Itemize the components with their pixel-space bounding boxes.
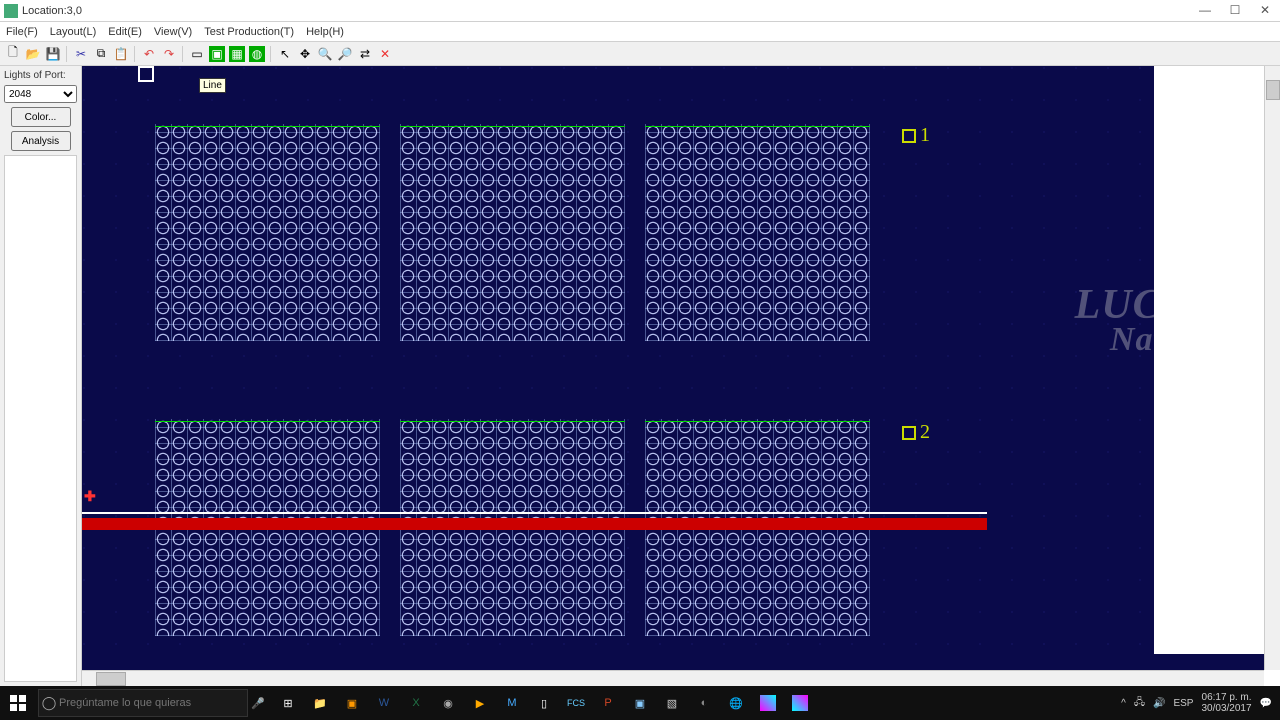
save-icon[interactable]: 💾 <box>45 46 61 62</box>
led-panel-group-1 <box>155 124 870 341</box>
app-icon[interactable]: ▣ <box>624 686 656 720</box>
chrome-icon[interactable]: 🌐 <box>720 686 752 720</box>
maximize-button[interactable]: ☐ <box>1220 0 1250 22</box>
link-icon[interactable]: ⇄ <box>357 46 373 62</box>
led-panel[interactable] <box>645 124 870 341</box>
powerpoint-icon[interactable]: P <box>592 686 624 720</box>
mic-icon[interactable]: 🎤 <box>248 697 268 710</box>
horizontal-scrollbar[interactable] <box>82 670 1264 686</box>
app-icon[interactable]: ▶ <box>464 686 496 720</box>
app-icon[interactable]: ▣ <box>336 686 368 720</box>
led-panel[interactable] <box>400 124 625 341</box>
tooltip-line: Line <box>199 78 226 93</box>
menu-layout[interactable]: Layout(L) <box>44 24 102 40</box>
marker-square-icon <box>902 426 916 440</box>
sidebar: Lights of Port: 2048 Color... Analysis <box>0 66 82 686</box>
close-button[interactable]: ✕ <box>1250 0 1280 22</box>
tray-clock[interactable]: 06:17 p. m. 30/03/2017 <box>1201 692 1251 714</box>
right-blank-panel <box>1154 66 1264 654</box>
start-button[interactable] <box>0 686 36 720</box>
tray-network-icon[interactable]: 🖧 <box>1134 695 1145 712</box>
app-icon[interactable]: FCS <box>560 686 592 720</box>
file-explorer-icon[interactable]: 📁 <box>304 686 336 720</box>
app-icon[interactable] <box>784 686 816 720</box>
region-marker-2[interactable]: 2 <box>902 421 930 444</box>
marker-number: 1 <box>920 124 930 147</box>
select-icon[interactable]: ▭ <box>189 46 205 62</box>
scrollbar-thumb[interactable] <box>96 672 126 686</box>
tray-language[interactable]: ESP <box>1173 698 1193 709</box>
drawn-line[interactable] <box>82 512 987 514</box>
sidebar-listbox[interactable] <box>4 155 77 682</box>
undo-icon[interactable]: ↶ <box>141 46 157 62</box>
region-marker-1[interactable]: 1 <box>902 124 930 147</box>
led-panel[interactable] <box>155 124 380 341</box>
origin-cross-icon: ✚ <box>84 488 96 505</box>
zoom-out-icon[interactable]: 🔎 <box>337 46 353 62</box>
color-button[interactable]: Color... <box>11 107 71 127</box>
app-icon <box>4 4 18 18</box>
pointer-icon[interactable]: ↖ <box>277 46 293 62</box>
taskbar: ◯ 🎤 ⊞ 📁 ▣ W X ◉ ▶ M ▯ FCS P ▣ ▧ ◐ 🌐 ^ 🖧 … <box>0 686 1280 720</box>
green-tool-1-icon[interactable]: ▣ <box>209 46 225 62</box>
copy-icon[interactable]: ⧉ <box>93 46 109 62</box>
zoom-in-icon[interactable]: 🔍 <box>317 46 333 62</box>
open-icon[interactable]: 📂 <box>25 46 41 62</box>
tray-volume-icon[interactable]: 🔊 <box>1153 698 1165 709</box>
cut-icon[interactable]: ✂ <box>73 46 89 62</box>
vertical-scrollbar[interactable] <box>1264 66 1280 670</box>
app-icon[interactable]: M <box>496 686 528 720</box>
marker-number: 2 <box>920 421 930 444</box>
lights-of-port-label: Lights of Port: <box>4 70 77 81</box>
move-icon[interactable]: ✥ <box>297 46 313 62</box>
menu-help[interactable]: Help(H) <box>300 24 350 40</box>
green-tool-3-icon[interactable]: ◍ <box>249 46 265 62</box>
app-icon[interactable]: ▧ <box>656 686 688 720</box>
analysis-button[interactable]: Analysis <box>11 131 71 151</box>
cortana-icon[interactable]: ◯ <box>39 695 59 711</box>
minimize-button[interactable]: — <box>1190 0 1220 22</box>
app-icon[interactable] <box>752 686 784 720</box>
selection-bar[interactable] <box>82 518 987 530</box>
task-view-icon[interactable]: ⊞ <box>272 686 304 720</box>
green-tool-2-icon[interactable]: ▦ <box>229 46 245 62</box>
paste-icon[interactable]: 📋 <box>113 46 129 62</box>
separator <box>134 46 136 62</box>
design-canvas[interactable]: Line 1 2 ✚ LUCES <box>82 66 1264 670</box>
delete-icon[interactable]: ✕ <box>377 46 393 62</box>
separator <box>270 46 272 62</box>
steam-icon[interactable]: ◉ <box>432 686 464 720</box>
app-icon[interactable]: ▯ <box>528 686 560 720</box>
port-select[interactable]: 2048 <box>4 85 77 103</box>
excel-icon[interactable]: X <box>400 686 432 720</box>
canvas-selection-handle[interactable] <box>138 66 154 82</box>
window-title: Location:3,0 <box>22 5 1190 17</box>
redo-icon[interactable]: ↷ <box>161 46 177 62</box>
scrollbar-thumb[interactable] <box>1266 80 1280 100</box>
tray-chevron-icon[interactable]: ^ <box>1121 698 1126 709</box>
menu-file[interactable]: File(F) <box>0 24 44 40</box>
marker-square-icon <box>902 129 916 143</box>
separator <box>182 46 184 62</box>
notifications-icon[interactable]: 💬 <box>1260 698 1272 709</box>
menu-edit[interactable]: Edit(E) <box>102 24 148 40</box>
taskbar-search[interactable]: ◯ <box>38 689 248 717</box>
menu-test-production[interactable]: Test Production(T) <box>198 24 300 40</box>
app-icon[interactable]: ◐ <box>688 686 720 720</box>
search-input[interactable] <box>59 697 247 709</box>
separator <box>66 46 68 62</box>
new-icon[interactable]: 🗋 <box>5 46 21 62</box>
word-icon[interactable]: W <box>368 686 400 720</box>
menu-view[interactable]: View(V) <box>148 24 198 40</box>
